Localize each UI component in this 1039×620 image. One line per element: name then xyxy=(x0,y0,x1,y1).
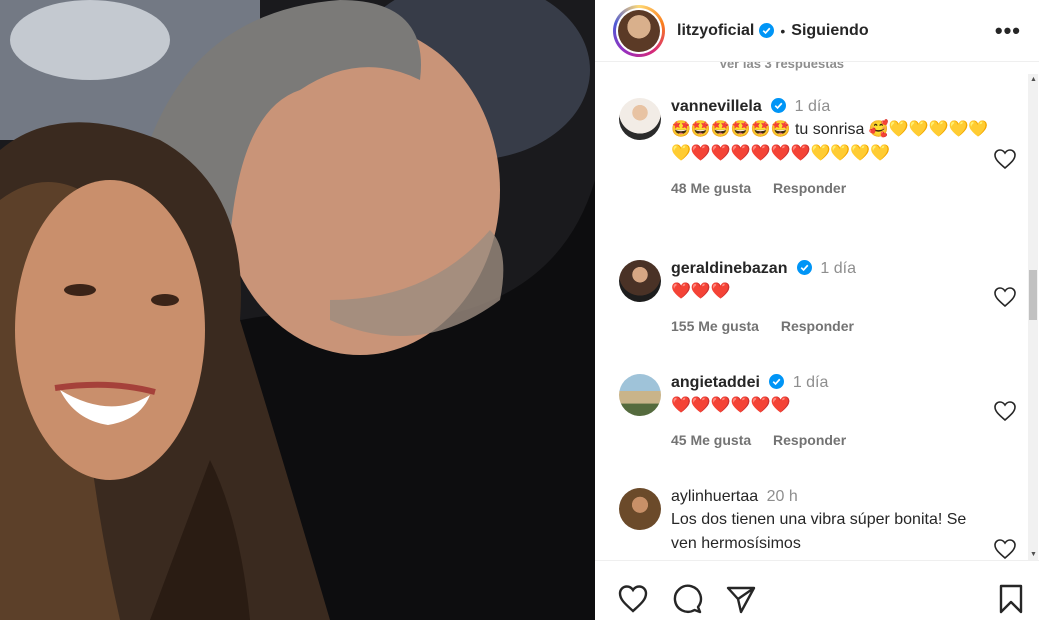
verified-badge-icon xyxy=(759,23,775,38)
scroll-up-arrow-icon[interactable]: ▲ xyxy=(1030,76,1037,83)
following-button[interactable]: Siguiendo xyxy=(791,22,868,40)
header-separator: • xyxy=(780,22,786,39)
comment-avatar[interactable] xyxy=(619,260,661,302)
profile-avatar[interactable] xyxy=(613,4,665,57)
comments-list: Ver las 3 respuestas vannevillela 1 día … xyxy=(595,62,1039,560)
comment-username[interactable]: vannevillela xyxy=(671,98,762,115)
like-comment-heart-icon[interactable] xyxy=(993,400,1017,422)
header-username[interactable]: litzyoficial xyxy=(677,22,754,40)
bookmark-icon[interactable] xyxy=(995,583,1027,615)
comment-likes[interactable]: 155 Me gusta xyxy=(671,318,759,334)
like-comment-heart-icon[interactable] xyxy=(993,148,1017,170)
like-comment-heart-icon[interactable] xyxy=(993,538,1017,560)
post-header: litzyoficial • Siguiendo ••• xyxy=(595,0,1039,62)
scrollbar-thumb[interactable] xyxy=(1029,270,1037,320)
comment-avatar[interactable] xyxy=(619,488,661,530)
like-comment-heart-icon[interactable] xyxy=(993,286,1017,308)
scroll-down-arrow-icon[interactable]: ▼ xyxy=(1030,551,1037,558)
comment-text: ❤️❤️❤️❤️❤️❤️ xyxy=(671,397,791,414)
comment-text: ❤️❤️❤️ xyxy=(671,283,731,300)
post-photo-illustration xyxy=(0,0,595,620)
comment-avatar[interactable] xyxy=(619,98,661,140)
comment-time: 1 día xyxy=(820,260,856,277)
comment-avatar[interactable] xyxy=(619,374,661,416)
comment-username[interactable]: aylinhuertaa xyxy=(671,488,758,505)
view-replies-link[interactable]: Ver las 3 respuestas xyxy=(719,62,844,71)
comments-panel: litzyoficial • Siguiendo ••• Ver las 3 r… xyxy=(595,0,1039,620)
comment-time: 20 h xyxy=(766,488,798,505)
share-icon[interactable] xyxy=(725,583,757,615)
verified-badge-icon xyxy=(771,98,787,113)
heart-icon[interactable] xyxy=(617,583,649,615)
reply-button[interactable]: Responder xyxy=(773,180,846,196)
comment-username[interactable]: geraldinebazan xyxy=(671,260,787,277)
comment-likes[interactable]: 48 Me gusta xyxy=(671,180,751,196)
comment-icon[interactable] xyxy=(671,583,703,615)
comment-time: 1 día xyxy=(792,374,829,391)
comment-text: 🤩🤩🤩🤩🤩🤩 tu sonrisa 🥰💛💛💛💛💛💛❤️❤️❤️❤️❤️❤️💛💛💛… xyxy=(671,121,989,162)
post-actions-bar xyxy=(595,560,1039,620)
comments-scrollbar[interactable]: ▲ ▼ xyxy=(1028,74,1038,560)
comment-likes[interactable]: 45 Me gusta xyxy=(671,432,751,448)
verified-badge-icon xyxy=(769,374,785,389)
comment-text: Los dos tienen una vibra súper bonita! S… xyxy=(671,511,967,552)
reply-button[interactable]: Responder xyxy=(773,432,846,448)
comment-time: 1 día xyxy=(794,98,831,115)
comment-username[interactable]: angietaddei xyxy=(671,374,760,391)
verified-badge-icon xyxy=(796,260,812,275)
post-photo xyxy=(0,0,595,620)
reply-button[interactable]: Responder xyxy=(781,318,854,334)
more-options-button[interactable]: ••• xyxy=(995,18,1021,44)
